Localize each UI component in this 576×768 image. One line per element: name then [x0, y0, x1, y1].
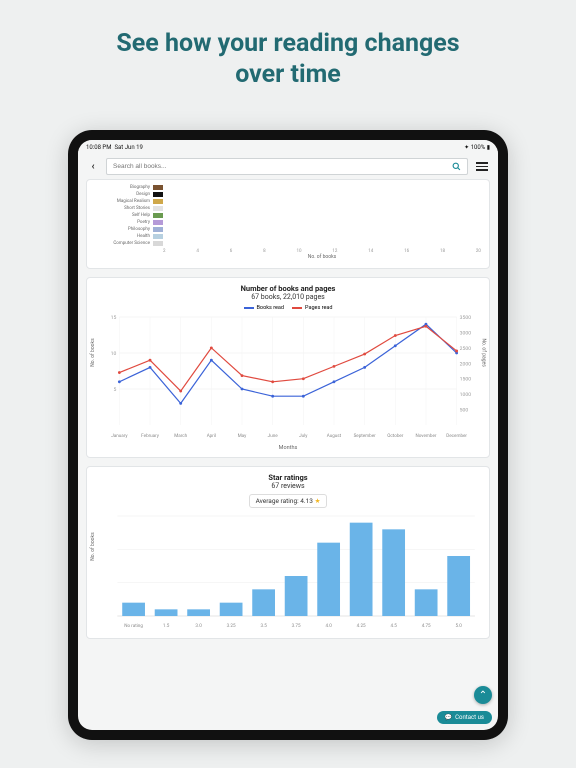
pages-books-card: Number of books and pages 67 books, 22,0…	[86, 277, 490, 458]
search-field-wrap[interactable]	[106, 158, 468, 175]
svg-text:3000: 3000	[460, 330, 472, 336]
svg-text:10: 10	[111, 351, 117, 357]
rating-bar-chart: No. of books No rating1.53.03.253.53.754…	[95, 512, 481, 632]
genre-row: Computer Science	[95, 240, 481, 247]
genre-swatch	[153, 192, 163, 197]
genre-label: Design	[95, 192, 150, 197]
menu-button[interactable]	[474, 162, 490, 171]
search-input[interactable]	[113, 163, 452, 170]
average-rating-pill: Average rating: 4.13 ★	[249, 494, 328, 508]
svg-text:No rating: No rating	[124, 623, 143, 629]
svg-text:2000: 2000	[460, 361, 472, 367]
chart-subtitle: 67 books, 22,010 pages	[95, 293, 481, 301]
svg-text:December: December	[446, 433, 467, 439]
y-axis-label: No. of books	[90, 532, 96, 560]
svg-text:5: 5	[113, 387, 116, 393]
svg-text:3.25: 3.25	[227, 623, 236, 629]
genre-swatch	[153, 234, 163, 239]
genre-row: Poetry	[95, 219, 481, 226]
svg-text:1.5: 1.5	[163, 623, 170, 629]
menu-icon	[476, 162, 488, 164]
genre-row: Biography	[95, 184, 481, 191]
svg-text:November: November	[416, 433, 437, 439]
app-screen: 10:08 PM Sat Jun 19 ✦ 100% ▮ ‹ Biography…	[78, 140, 498, 730]
genre-row: Magical Realism	[95, 198, 481, 205]
svg-text:3.5: 3.5	[260, 623, 267, 629]
genre-label: Biography	[95, 185, 150, 190]
svg-text:4.5: 4.5	[390, 623, 397, 629]
chat-icon: 💬	[445, 714, 452, 721]
statusbar: 10:08 PM Sat Jun 19 ✦ 100% ▮	[78, 140, 498, 154]
svg-text:3.0: 3.0	[195, 623, 202, 629]
genre-label: Health	[95, 234, 150, 239]
genre-label: Computer Science	[95, 241, 150, 246]
chart-title: Number of books and pages	[95, 284, 481, 293]
tablet-frame: 10:08 PM Sat Jun 19 ✦ 100% ▮ ‹ Biography…	[68, 130, 508, 740]
star-icon: ★	[315, 497, 321, 505]
genre-row: Short Stories	[95, 205, 481, 212]
search-icon	[452, 162, 461, 171]
chart-title: Star ratings	[95, 473, 481, 482]
svg-text:October: October	[387, 433, 404, 439]
genre-row: Self Help	[95, 212, 481, 219]
chart-legend: Books read Pages read	[95, 305, 481, 311]
svg-text:4.75: 4.75	[422, 623, 431, 629]
svg-text:January: January	[111, 433, 128, 439]
genre-x-label: No. of books	[163, 254, 481, 260]
svg-text:3.75: 3.75	[292, 623, 301, 629]
svg-text:May: May	[238, 433, 247, 439]
svg-text:1500: 1500	[460, 377, 472, 383]
genre-swatch	[153, 220, 163, 225]
svg-text:500: 500	[460, 408, 469, 414]
y-axis-left-label: No. of books	[90, 338, 96, 366]
genre-row: Philosophy	[95, 226, 481, 233]
genre-label: Philosophy	[95, 227, 150, 232]
svg-text:July: July	[299, 433, 308, 439]
contact-us-button[interactable]: 💬 Contact us	[437, 711, 492, 724]
genre-card: Biography Design Magical Realism Short S…	[86, 179, 490, 269]
svg-text:2500: 2500	[460, 346, 472, 352]
topbar: ‹	[78, 154, 498, 179]
svg-text:June: June	[268, 433, 279, 439]
genre-swatch	[153, 241, 163, 246]
genre-label: Self Help	[95, 213, 150, 218]
svg-text:September: September	[354, 433, 377, 439]
chart-subtitle: 67 reviews	[95, 482, 481, 490]
genre-row: Health	[95, 233, 481, 240]
genre-swatch	[153, 185, 163, 190]
svg-text:5.0: 5.0	[455, 623, 462, 629]
scroll-top-button[interactable]: ⌃	[474, 686, 492, 704]
y-axis-right-label: No. of pages	[480, 338, 486, 366]
genre-swatch	[153, 199, 163, 204]
genre-row: Design	[95, 191, 481, 198]
scroll-content[interactable]: Biography Design Magical Realism Short S…	[78, 179, 498, 730]
hero-title: See how your reading changesover time	[0, 0, 576, 103]
genre-swatch	[153, 227, 163, 232]
svg-text:4.25: 4.25	[357, 623, 366, 629]
ratings-card: Star ratings 67 reviews Average rating: …	[86, 466, 490, 639]
svg-text:1000: 1000	[460, 392, 472, 398]
genre-label: Poetry	[95, 220, 150, 225]
genre-swatch	[153, 213, 163, 218]
x-axis-label: Months	[95, 445, 481, 451]
chevron-up-icon: ⌃	[479, 690, 487, 701]
svg-text:April: April	[207, 433, 216, 439]
svg-text:4.0: 4.0	[325, 623, 332, 629]
svg-text:15: 15	[111, 315, 117, 321]
svg-text:August: August	[327, 433, 342, 439]
svg-text:March: March	[174, 433, 187, 439]
svg-text:3500: 3500	[460, 315, 472, 321]
genre-swatch	[153, 206, 163, 211]
line-chart: No. of books 510155001000150020002500300…	[95, 313, 481, 443]
back-button[interactable]: ‹	[86, 161, 100, 172]
svg-text:February: February	[141, 433, 160, 439]
genre-label: Short Stories	[95, 206, 150, 211]
genre-label: Magical Realism	[95, 199, 150, 204]
